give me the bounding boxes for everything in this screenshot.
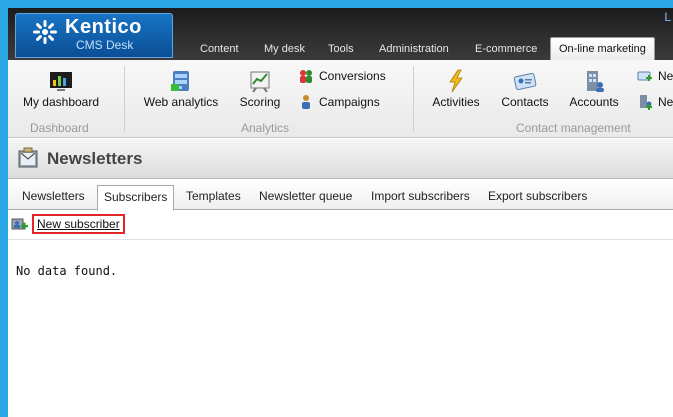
- conversions-button[interactable]: Conversions: [298, 68, 386, 84]
- activities-button[interactable]: Activities: [426, 69, 486, 109]
- page-title: Newsletters: [47, 149, 143, 168]
- activities-icon: [449, 69, 463, 93]
- my-dashboard-button[interactable]: My dashboard: [18, 69, 104, 109]
- subtab-newsletters[interactable]: Newsletters: [22, 189, 85, 203]
- contacts-button[interactable]: Contacts: [495, 69, 555, 109]
- ribbon-toolbar: My dashboard Dashboard Web analytics Sco…: [8, 60, 673, 138]
- subtab-templates[interactable]: Templates: [186, 189, 241, 203]
- web-analytics-button[interactable]: Web analytics: [138, 69, 224, 109]
- dashboard-icon: [50, 72, 72, 91]
- accounts-button[interactable]: Accounts: [563, 69, 625, 109]
- ribbon-divider: [124, 66, 125, 132]
- app-window: Kentico CMS Desk L Content My desk Tools…: [8, 8, 673, 417]
- new-subscriber-action: New subscriber: [11, 214, 125, 234]
- accounts-label: Accounts: [569, 95, 619, 109]
- group-label-analytics: Analytics: [241, 121, 290, 135]
- new-subscriber-link[interactable]: New subscriber: [32, 214, 125, 234]
- accounts-icon: [587, 71, 604, 92]
- tab-content[interactable]: Content: [200, 38, 239, 60]
- my-dashboard-label: My dashboard: [22, 95, 100, 109]
- new-account-label: Ne: [658, 95, 673, 109]
- scoring-label: Scoring: [239, 95, 281, 109]
- logo-title: Kentico: [65, 16, 142, 38]
- subtab-subscribers[interactable]: Subscribers: [97, 185, 175, 211]
- tab-my-desk[interactable]: My desk: [264, 38, 305, 60]
- web-analytics-icon: [171, 71, 189, 91]
- subtab-newsletter-queue[interactable]: Newsletter queue: [259, 189, 352, 203]
- empty-message: No data found.: [16, 264, 118, 278]
- tab-online-marketing[interactable]: On-line marketing: [550, 37, 655, 61]
- new-account-icon: [640, 95, 652, 110]
- subtab-import-subscribers[interactable]: Import subscribers: [371, 189, 470, 203]
- contacts-icon: [513, 72, 537, 91]
- new-subscriber-icon: [11, 218, 28, 230]
- scoring-button[interactable]: Scoring: [234, 69, 286, 109]
- ribbon-divider: [413, 66, 414, 132]
- main-tabs: Content My desk Tools Administration E-c…: [8, 37, 673, 61]
- tab-e-commerce[interactable]: E-commerce: [475, 38, 537, 60]
- page-title-bar: Newsletters: [8, 139, 673, 179]
- campaigns-label: Campaigns: [319, 95, 380, 109]
- action-bar: New subscriber: [8, 211, 673, 240]
- new-contact-button[interactable]: Ne: [637, 68, 673, 84]
- conversions-icon: [300, 70, 312, 83]
- conversions-label: Conversions: [319, 69, 386, 83]
- campaigns-icon: [302, 95, 310, 109]
- new-contact-icon: [637, 71, 652, 81]
- campaigns-button[interactable]: Campaigns: [298, 94, 380, 110]
- new-contact-label: Ne: [658, 69, 673, 83]
- sub-tabs: Newsletters Subscribers Templates Newsle…: [8, 180, 673, 211]
- group-label-contact-management: Contact management: [516, 121, 631, 135]
- top-header: Kentico CMS Desk L Content My desk Tools…: [8, 8, 673, 61]
- web-analytics-label: Web analytics: [143, 95, 219, 109]
- tab-tools[interactable]: Tools: [328, 38, 354, 60]
- subtab-export-subscribers[interactable]: Export subscribers: [488, 189, 587, 203]
- scoring-icon: [250, 71, 270, 93]
- new-account-button[interactable]: Ne: [637, 94, 673, 110]
- newsletter-icon: [18, 147, 38, 168]
- group-label-dashboard: Dashboard: [30, 121, 89, 135]
- activities-label: Activities: [432, 95, 480, 109]
- contacts-label: Contacts: [501, 95, 549, 109]
- tab-administration[interactable]: Administration: [379, 38, 449, 60]
- top-right-link[interactable]: L: [664, 10, 671, 24]
